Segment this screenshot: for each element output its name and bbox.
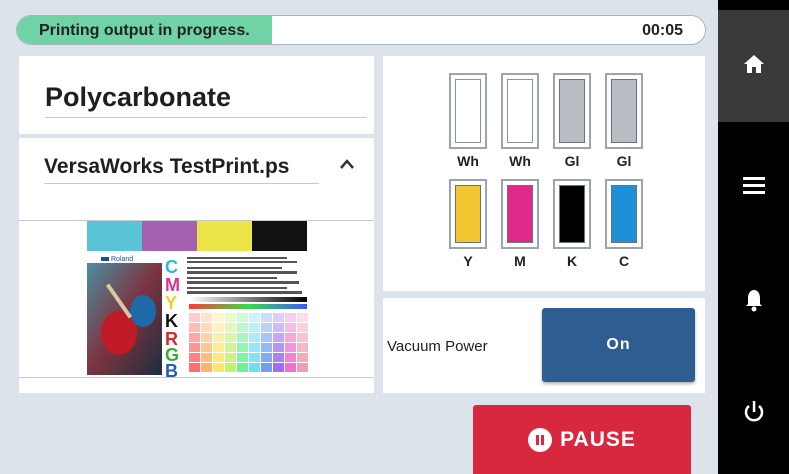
elapsed-time: 00:05 xyxy=(642,22,683,39)
side-nav xyxy=(718,0,789,474)
ink-label: Wh xyxy=(457,153,479,169)
ink-cartridge-c xyxy=(605,179,643,249)
pause-label: PAUSE xyxy=(560,427,636,451)
ink-cartridge-k xyxy=(553,179,591,249)
nav-home-button[interactable] xyxy=(718,10,789,122)
ink-label: Y xyxy=(463,253,473,269)
ink-cartridge-m xyxy=(501,179,539,249)
status-message: Printing output in progress. xyxy=(39,22,250,39)
svg-text:B: B xyxy=(165,361,178,379)
pause-button[interactable]: PAUSE xyxy=(473,405,691,474)
divider xyxy=(45,117,367,118)
preview-image: Roland C M Y K R G B xyxy=(87,221,308,381)
ink-cartridge-y xyxy=(449,179,487,249)
ink-cartridge-gl xyxy=(605,73,643,149)
home-icon xyxy=(718,54,789,79)
svg-text:Y: Y xyxy=(165,293,177,313)
media-name: Polycarbonate xyxy=(45,82,232,112)
job-filename: VersaWorks TestPrint.ps xyxy=(44,155,290,178)
pause-icon xyxy=(528,427,553,452)
menu-icon[interactable] xyxy=(718,176,789,199)
status-bar: Printing output in progress. 00:05 xyxy=(16,15,706,45)
power-icon[interactable] xyxy=(718,400,789,429)
vacuum-power-label: Vacuum Power xyxy=(387,338,488,355)
bell-icon[interactable] xyxy=(718,288,789,317)
ink-label: K xyxy=(566,253,578,269)
vacuum-on-button[interactable]: On xyxy=(542,308,695,382)
svg-text:M: M xyxy=(165,275,180,295)
ink-cartridge-wh xyxy=(449,73,487,149)
ink-label: C xyxy=(618,253,630,269)
vacuum-panel: Vacuum Power On xyxy=(383,298,705,393)
preview-brand: Roland xyxy=(111,256,133,263)
ink-cartridge-wh xyxy=(501,73,539,149)
print-preview: Roland C M Y K R G B xyxy=(19,220,374,381)
svg-text:C: C xyxy=(165,257,178,277)
divider xyxy=(44,183,319,184)
job-panel: VersaWorks TestPrint.ps Roland C M Y K R… xyxy=(19,138,374,393)
ink-label: Wh xyxy=(509,153,531,169)
ink-status-panel: Wh Wh Gl Gl Y M K C xyxy=(383,56,705,291)
ink-cartridge-gl xyxy=(553,73,591,149)
chevron-up-icon[interactable] xyxy=(339,150,355,176)
svg-text:K: K xyxy=(165,311,178,331)
ink-label: Gl xyxy=(616,153,632,169)
media-panel[interactable]: Polycarbonate xyxy=(19,56,374,134)
ink-label: M xyxy=(514,253,526,269)
ink-label: Gl xyxy=(564,153,580,169)
